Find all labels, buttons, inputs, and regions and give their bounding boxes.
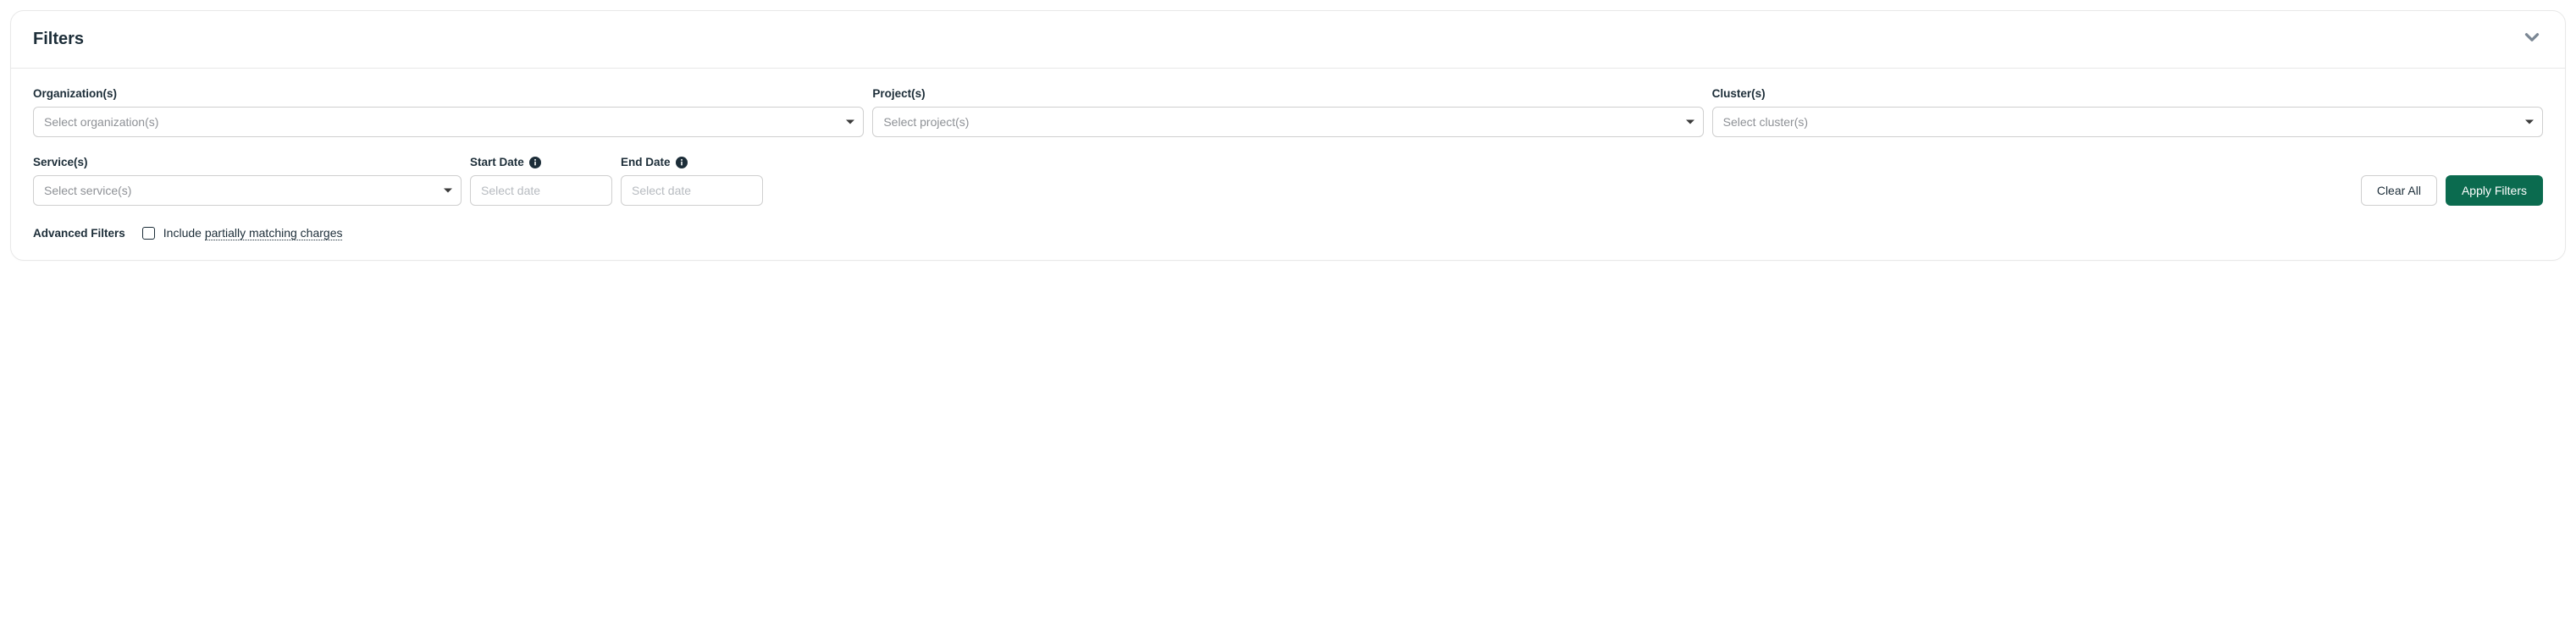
apply-filters-button[interactable]: Apply Filters bbox=[2446, 175, 2543, 206]
filters-panel: Filters Organization(s) Select organizat… bbox=[10, 10, 2566, 261]
service-select[interactable]: Select service(s) bbox=[33, 175, 462, 206]
start-date-placeholder: Select date bbox=[481, 184, 540, 197]
service-field: Service(s) Select service(s) bbox=[33, 156, 462, 206]
include-partial-checkbox[interactable] bbox=[142, 227, 155, 240]
caret-down-icon bbox=[2525, 120, 2534, 124]
service-label: Service(s) bbox=[33, 156, 462, 168]
project-field: Project(s) Select project(s) bbox=[872, 87, 1703, 137]
collapse-toggle[interactable] bbox=[2521, 26, 2543, 52]
organization-field: Organization(s) Select organization(s) bbox=[33, 87, 864, 137]
filter-actions: Clear All Apply Filters bbox=[2361, 175, 2543, 206]
start-date-label: Start Date bbox=[470, 156, 612, 168]
filters-row-2: Service(s) Select service(s) Start Date … bbox=[33, 156, 2543, 206]
end-date-label: End Date bbox=[621, 156, 763, 168]
cluster-select-placeholder: Select cluster(s) bbox=[1723, 115, 1808, 129]
organization-label: Organization(s) bbox=[33, 87, 864, 100]
end-date-label-text: End Date bbox=[621, 156, 671, 168]
caret-down-icon bbox=[846, 120, 854, 124]
start-date-input[interactable]: Select date bbox=[470, 175, 612, 206]
end-date-input[interactable]: Select date bbox=[621, 175, 763, 206]
include-partial-dotted: partially matching charges bbox=[205, 226, 343, 240]
info-icon[interactable] bbox=[529, 157, 541, 168]
info-icon[interactable] bbox=[676, 157, 688, 168]
chevron-down-icon bbox=[2521, 26, 2543, 52]
start-date-label-text: Start Date bbox=[470, 156, 524, 168]
start-date-field: Start Date Select date bbox=[470, 156, 612, 206]
include-partial-prefix: Include bbox=[163, 226, 205, 240]
cluster-select[interactable]: Select cluster(s) bbox=[1712, 107, 2543, 137]
include-partial-label: Include partially matching charges bbox=[163, 226, 343, 240]
filters-panel-title: Filters bbox=[33, 30, 84, 49]
project-label: Project(s) bbox=[872, 87, 1703, 100]
cluster-field: Cluster(s) Select cluster(s) bbox=[1712, 87, 2543, 137]
end-date-placeholder: Select date bbox=[632, 184, 691, 197]
filters-panel-header: Filters bbox=[11, 11, 2565, 69]
organization-select-placeholder: Select organization(s) bbox=[44, 115, 158, 129]
caret-down-icon bbox=[1686, 120, 1694, 124]
organization-select[interactable]: Select organization(s) bbox=[33, 107, 864, 137]
project-select[interactable]: Select project(s) bbox=[872, 107, 1703, 137]
end-date-field: End Date Select date bbox=[621, 156, 763, 206]
filters-panel-body: Organization(s) Select organization(s) P… bbox=[11, 69, 2565, 260]
cluster-label: Cluster(s) bbox=[1712, 87, 2543, 100]
caret-down-icon bbox=[444, 189, 452, 193]
include-partial-checkbox-wrap[interactable]: Include partially matching charges bbox=[142, 226, 343, 240]
advanced-filters-row: Advanced Filters Include partially match… bbox=[33, 226, 2543, 240]
project-select-placeholder: Select project(s) bbox=[883, 115, 969, 129]
filters-row-1: Organization(s) Select organization(s) P… bbox=[33, 87, 2543, 137]
service-select-placeholder: Select service(s) bbox=[44, 184, 131, 197]
advanced-filters-title: Advanced Filters bbox=[33, 227, 125, 240]
clear-all-button[interactable]: Clear All bbox=[2361, 175, 2437, 206]
